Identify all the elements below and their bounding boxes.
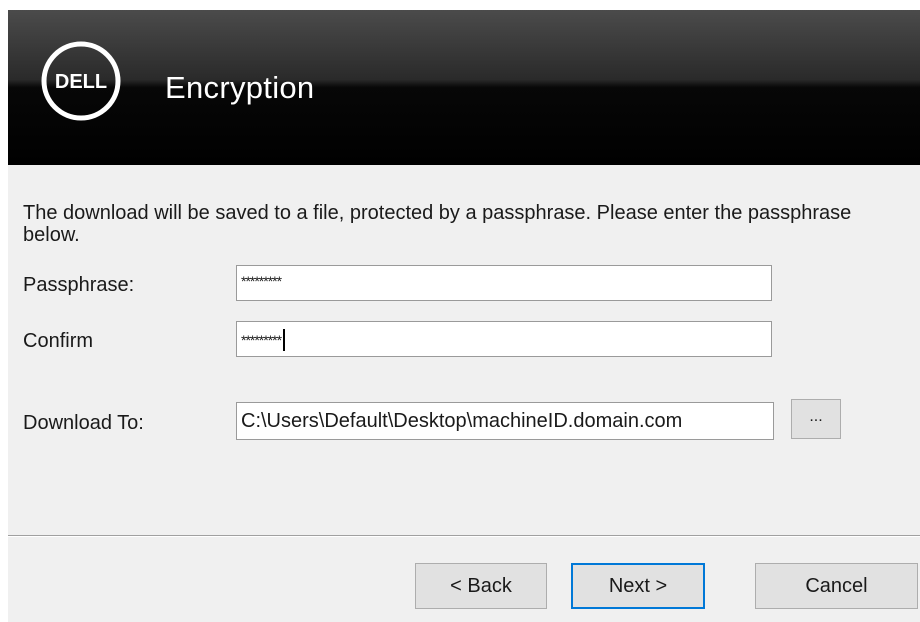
confirm-value: ********* xyxy=(241,332,282,348)
passphrase-input[interactable]: ********* xyxy=(236,265,772,301)
text-caret xyxy=(283,329,286,351)
confirm-input[interactable]: ********* xyxy=(236,321,772,357)
next-button[interactable]: Next > xyxy=(571,563,705,609)
dell-logo-text: DELL xyxy=(55,71,107,93)
instructions-text: The download will be saved to a file, pr… xyxy=(23,202,852,246)
cancel-button[interactable]: Cancel xyxy=(755,563,918,609)
confirm-label: Confirm xyxy=(23,330,94,352)
footer-divider xyxy=(8,535,920,537)
download-path-input[interactable]: C:\Users\Default\Desktop\machineID.domai… xyxy=(236,402,774,440)
download-to-label: Download To: xyxy=(23,412,144,434)
installer-window: DELL Encryption The download will be sav… xyxy=(8,10,920,622)
back-button[interactable]: < Back xyxy=(415,563,547,609)
dell-logo: DELL xyxy=(41,41,121,121)
browse-button[interactable]: ... xyxy=(791,399,841,439)
app-title: Encryption xyxy=(165,70,315,105)
download-path-value: C:\Users\Default\Desktop\machineID.domai… xyxy=(241,410,683,432)
passphrase-value: ********* xyxy=(241,273,282,289)
passphrase-label: Passphrase: xyxy=(23,274,135,296)
header-banner: DELL Encryption xyxy=(8,10,920,165)
